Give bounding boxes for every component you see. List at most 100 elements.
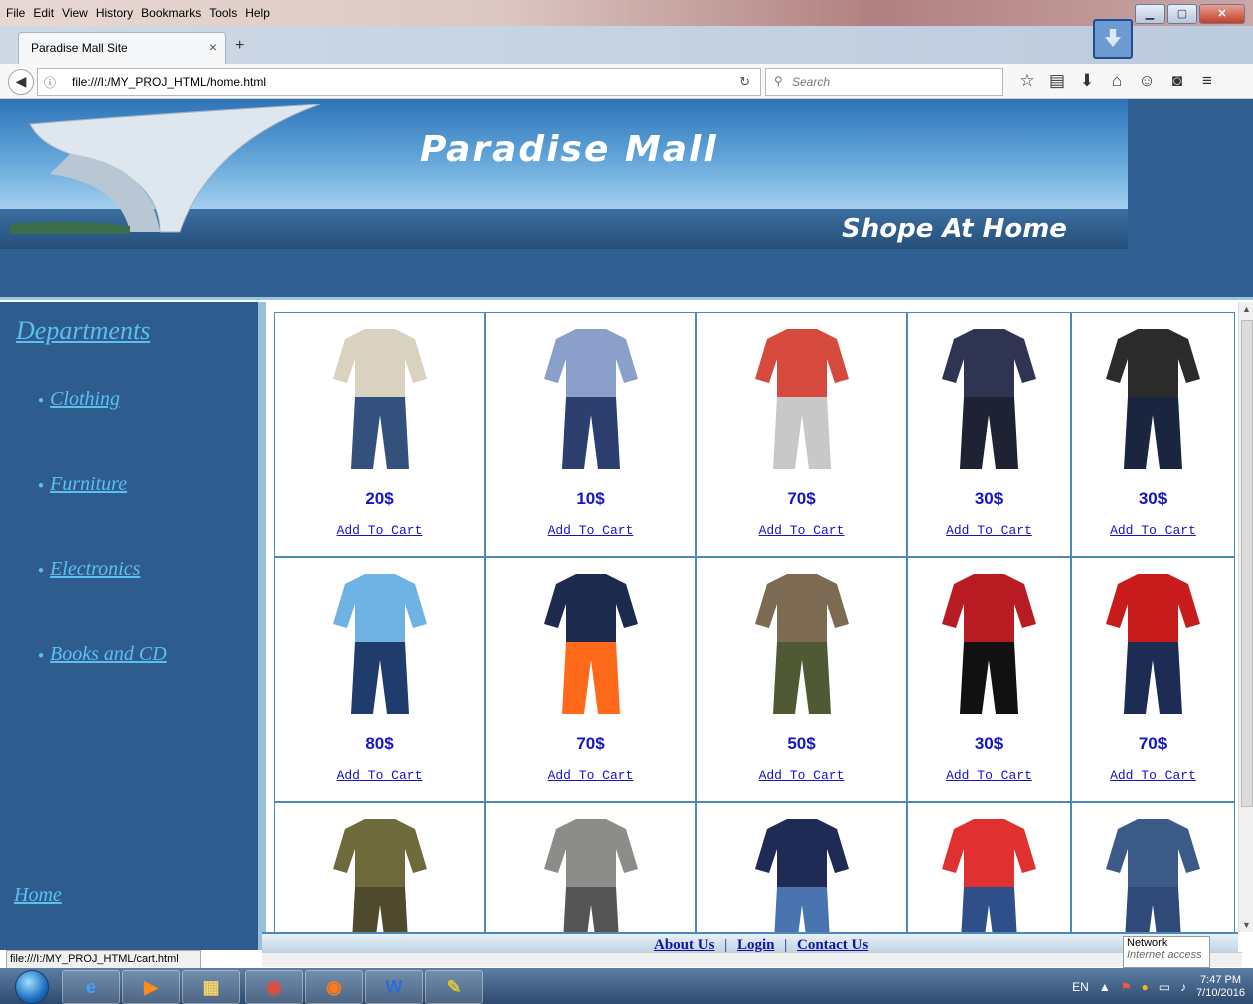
hamburger-menu-icon[interactable]: ≡ (1192, 71, 1222, 91)
reload-icon[interactable]: ↻ (739, 74, 750, 90)
add-to-cart-link[interactable]: Add To Cart (275, 523, 484, 538)
product-image[interactable] (536, 564, 646, 720)
security-icon[interactable]: ● (1141, 980, 1148, 994)
clock-time: 7:47 PM (1200, 974, 1242, 986)
banner-divider (0, 297, 1253, 300)
download-notification-icon[interactable] (1093, 19, 1133, 59)
add-to-cart-link[interactable]: Add To Cart (1072, 523, 1234, 538)
menu-view[interactable]: View (62, 6, 88, 20)
pocket-icon[interactable]: ◙ (1162, 71, 1192, 91)
language-indicator[interactable]: EN (1072, 980, 1089, 994)
product-image[interactable] (747, 564, 857, 720)
menu-tools[interactable]: Tools (209, 6, 237, 20)
menu-edit[interactable]: Edit (33, 6, 54, 20)
bookmark-star-icon[interactable]: ☆ (1012, 71, 1042, 91)
departments-heading[interactable]: Departments (16, 316, 150, 346)
product-image[interactable] (934, 809, 1044, 932)
product-card (274, 802, 485, 932)
about-us-link[interactable]: About Us (654, 937, 714, 953)
info-icon[interactable]: ⓘ (44, 74, 56, 91)
url-text: file:///I:/MY_PROJ_HTML/home.html (72, 75, 267, 89)
window-controls: ▁ ▢ ✕ (1135, 4, 1245, 24)
reading-list-icon[interactable]: ▤ (1042, 71, 1072, 91)
sidebar-item-label: Clothing (50, 388, 121, 410)
sidebar-item-books-and-cd[interactable]: ● Books and CD (38, 643, 167, 666)
product-card: 10$ Add To Cart (485, 312, 696, 557)
new-tab-icon[interactable]: + (235, 37, 244, 55)
add-to-cart-link[interactable]: Add To Cart (697, 523, 906, 538)
search-input[interactable]: ⚲ Search (765, 68, 1003, 96)
add-to-cart-link[interactable]: Add To Cart (486, 523, 695, 538)
volume-icon[interactable]: ♪ (1180, 980, 1186, 994)
show-hidden-icons-icon[interactable]: ▲ (1099, 980, 1111, 994)
product-grid: 20$ Add To Cart 10$ Add To Cart 70$ Add To Ca… (262, 302, 1242, 932)
sidebar-item-electronics[interactable]: ● Electronics (38, 558, 140, 581)
home-icon[interactable]: ⌂ (1102, 71, 1132, 91)
banner-strip (0, 249, 1253, 299)
product-image[interactable] (325, 319, 435, 475)
minimize-button[interactable]: ▁ (1135, 4, 1165, 24)
product-image[interactable] (934, 319, 1044, 475)
maximize-button[interactable]: ▢ (1167, 4, 1197, 24)
add-to-cart-link[interactable]: Add To Cart (275, 768, 484, 783)
product-card: 20$ Add To Cart (274, 312, 485, 557)
product-image[interactable] (747, 809, 857, 932)
sidebar-item-clothing[interactable]: ● Clothing (38, 388, 120, 411)
vertical-scrollbar[interactable]: ▲ ▼ (1238, 302, 1253, 932)
scroll-up-icon[interactable]: ▲ (1242, 304, 1251, 314)
address-bar[interactable]: ⓘ file:///I:/MY_PROJ_HTML/home.html ↻ (37, 68, 761, 96)
menu-bookmarks[interactable]: Bookmarks (141, 6, 201, 20)
sidebar-item-furniture[interactable]: ● Furniture (38, 473, 127, 496)
scroll-down-icon[interactable]: ▼ (1242, 920, 1251, 930)
menu-file[interactable]: File (6, 6, 25, 20)
product-image[interactable] (934, 564, 1044, 720)
login-link[interactable]: Login (737, 937, 775, 953)
footer-separator: | (784, 937, 788, 953)
product-image[interactable] (1098, 564, 1208, 720)
product-image[interactable] (536, 319, 646, 475)
add-to-cart-link[interactable]: Add To Cart (908, 768, 1070, 783)
departments-sidebar: Departments ● Clothing ● Furniture ● Electr… (0, 302, 262, 950)
product-card (907, 802, 1071, 932)
home-link[interactable]: Home (14, 884, 62, 907)
chrome-icon[interactable]: ◉ (245, 970, 303, 1004)
network-icon[interactable]: ▭ (1159, 980, 1170, 994)
back-button[interactable]: ◀ (8, 69, 34, 95)
paint-icon[interactable]: ✎ (425, 970, 483, 1004)
product-image[interactable] (325, 809, 435, 932)
product-card: 30$ Add To Cart (1071, 312, 1235, 557)
internet-explorer-icon[interactable]: e (62, 970, 120, 1004)
contact-us-link[interactable]: Contact Us (797, 937, 868, 953)
action-center-icon[interactable]: ⚑ (1121, 980, 1132, 994)
start-button[interactable] (15, 970, 49, 1004)
tooltip-subtitle: Internet access (1127, 949, 1202, 961)
add-to-cart-link[interactable]: Add To Cart (486, 768, 695, 783)
product-image[interactable] (325, 564, 435, 720)
product-price: 80$ (365, 734, 394, 753)
scrollbar-thumb[interactable] (1241, 320, 1253, 807)
firefox-icon[interactable]: ◉ (305, 970, 363, 1004)
product-image[interactable] (747, 319, 857, 475)
clock[interactable]: 7:47 PM 7/10/2016 (1196, 974, 1245, 1000)
chat-icon[interactable]: ☺ (1132, 71, 1162, 91)
add-to-cart-link[interactable]: Add To Cart (697, 768, 906, 783)
add-to-cart-link[interactable]: Add To Cart (1072, 768, 1234, 783)
menu-history[interactable]: History (96, 6, 133, 20)
product-image[interactable] (1098, 809, 1208, 932)
add-to-cart-link[interactable]: Add To Cart (908, 523, 1070, 538)
product-image[interactable] (536, 809, 646, 932)
search-icon: ⚲ (774, 74, 783, 88)
product-card: 70$ Add To Cart (1071, 557, 1235, 802)
menu-help[interactable]: Help (245, 6, 270, 20)
product-image[interactable] (1098, 319, 1208, 475)
media-player-icon[interactable]: ▶ (122, 970, 180, 1004)
close-button[interactable]: ✕ (1199, 4, 1245, 24)
horizontal-scrollbar[interactable] (262, 952, 1242, 967)
product-card: 30$ Add To Cart (907, 557, 1071, 802)
file-explorer-icon[interactable]: ▦ (182, 970, 240, 1004)
word-icon[interactable]: W (365, 970, 423, 1004)
tab-paradise-mall[interactable]: Paradise Mall Site × (18, 32, 226, 65)
downloads-icon[interactable]: ⬇ (1072, 71, 1102, 91)
tab-close-icon[interactable]: × (209, 39, 217, 55)
system-tray: EN ▲ ⚑ ● ▭ ♪ 7:47 PM 7/10/2016 (1072, 974, 1245, 1000)
